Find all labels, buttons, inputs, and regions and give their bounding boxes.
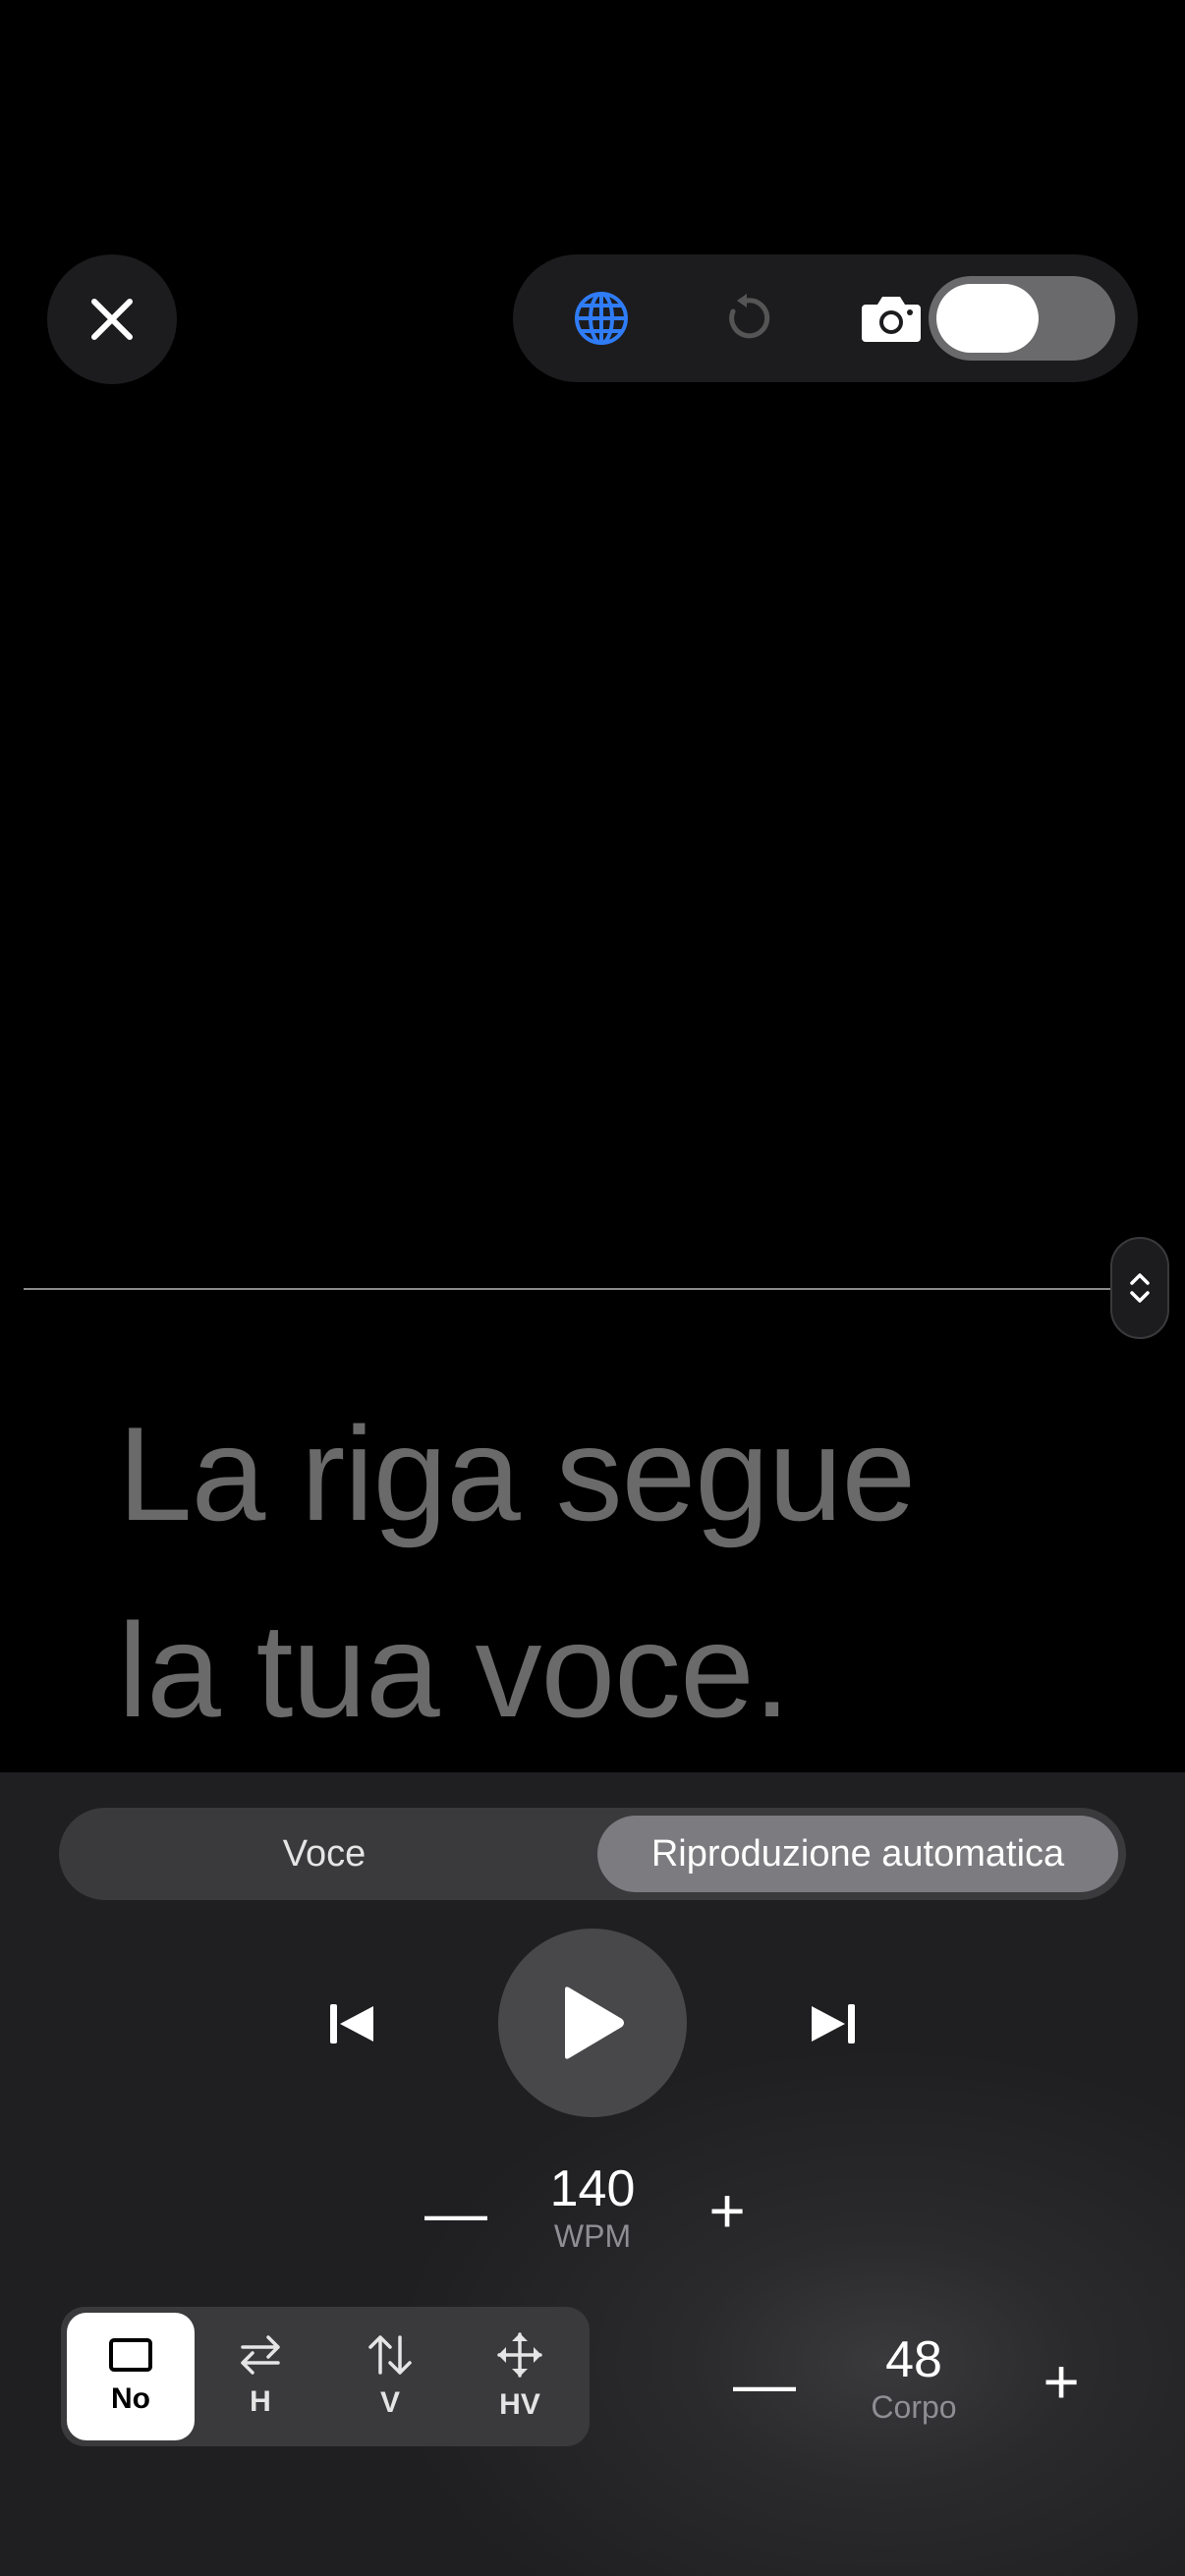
chevron-up-down-icon (1130, 1273, 1150, 1303)
toggle-knob (936, 284, 1039, 353)
play-button[interactable] (498, 1929, 687, 2117)
scroll-mode-no[interactable]: No (67, 2313, 195, 2440)
skip-forward-icon (812, 2004, 855, 2044)
scroll-mode-label: No (111, 2382, 150, 2415)
rotate-icon (729, 294, 770, 339)
scroll-mode-label: HV (499, 2388, 540, 2421)
scroll-mode-control: No H V HV (61, 2307, 590, 2446)
mode-segmented-control: Voce Riproduzione automatica (59, 1808, 1126, 1900)
play-icon (565, 1987, 624, 2059)
font-size-value: 48 (885, 2331, 942, 2388)
close-icon (91, 299, 133, 340)
next-button[interactable] (794, 1985, 873, 2063)
mode-option-voice[interactable]: Voce (59, 1808, 590, 1900)
language-button[interactable] (542, 254, 660, 382)
scroll-mode-label: H (250, 2385, 271, 2418)
square-icon (109, 2338, 152, 2372)
reading-guide-line (24, 1288, 1110, 1290)
scroll-mode-h[interactable]: H (197, 2313, 324, 2440)
reset-button[interactable] (688, 254, 806, 382)
globe-icon (575, 292, 628, 345)
scroll-mode-label: V (379, 2386, 400, 2419)
previous-button[interactable] (312, 1985, 391, 2063)
camera-toggle[interactable] (929, 276, 1115, 361)
close-button[interactable] (47, 254, 177, 384)
speed-decrease-button[interactable]: — (417, 2173, 495, 2252)
move-arrows-icon (497, 2332, 542, 2378)
speed-value: 140 (549, 2160, 636, 2217)
font-size-decrease-button[interactable]: — (725, 2344, 804, 2423)
font-size-label: Corpo (871, 2389, 957, 2425)
speed-unit: WPM (553, 2218, 632, 2254)
guide-drag-handle[interactable] (1110, 1237, 1169, 1339)
script-text: La riga segue la tua voce. (118, 1375, 1100, 1768)
speed-readout: 140 WPM (511, 2159, 674, 2255)
font-size-increase-button[interactable]: + (1022, 2342, 1100, 2421)
font-size-readout: 48 Corpo (835, 2330, 992, 2426)
speed-increase-button[interactable]: + (688, 2171, 766, 2250)
skip-back-icon (330, 2004, 373, 2044)
script-line-2: la tua voce. (118, 1596, 791, 1745)
camera-icon (862, 297, 921, 342)
mode-option-autoplay[interactable]: Riproduzione automatica (597, 1816, 1118, 1892)
horizontal-arrows-icon (241, 2335, 280, 2375)
scroll-mode-hv[interactable]: HV (456, 2313, 584, 2440)
scroll-mode-v[interactable]: V (326, 2313, 454, 2440)
script-line-1: La riga segue (118, 1399, 916, 1548)
vertical-arrows-icon (368, 2335, 412, 2375)
